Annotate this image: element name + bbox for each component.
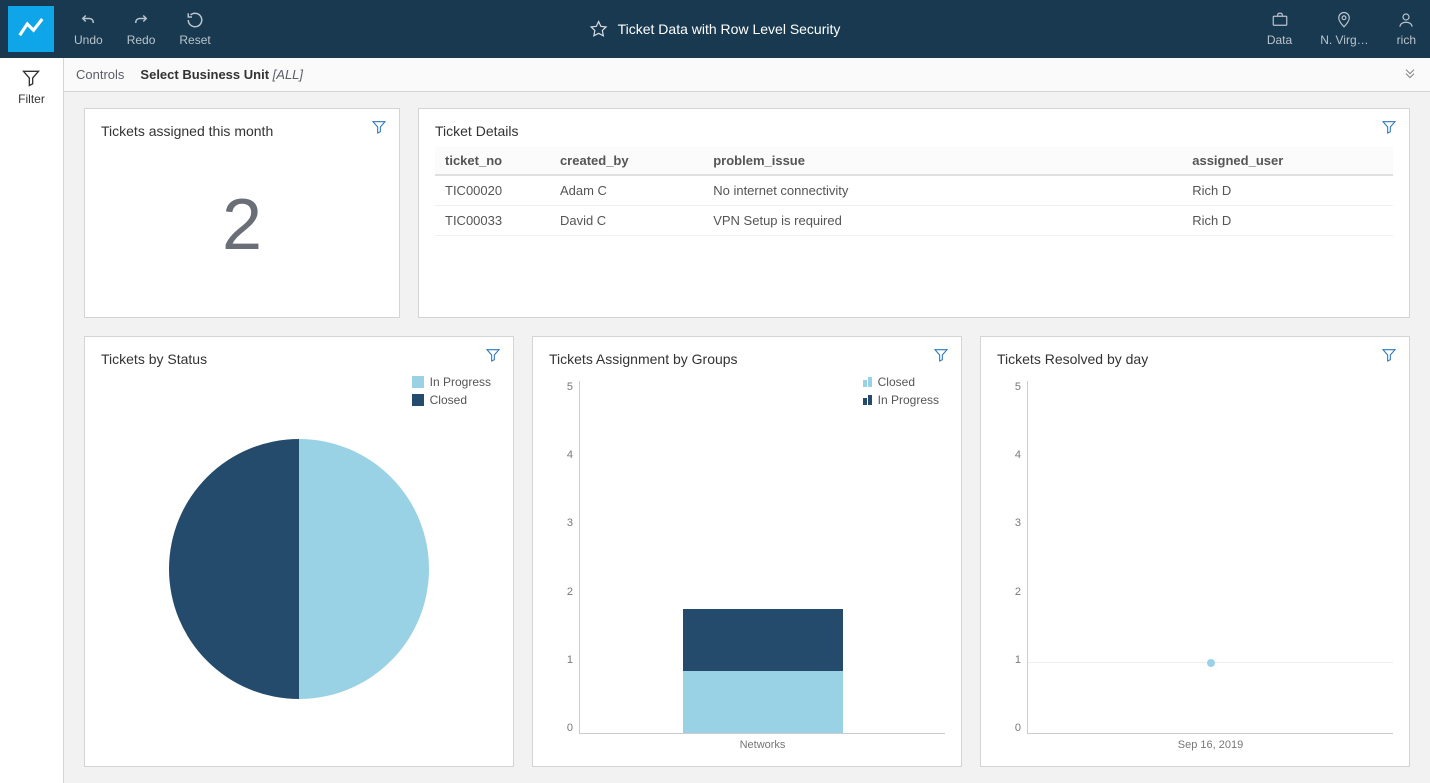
filter-icon (21, 68, 41, 88)
chart-legend: In Progress Closed (412, 375, 491, 411)
panel-filter-button[interactable] (1381, 119, 1397, 135)
cell-assigned-user: Rich D (1182, 175, 1393, 206)
chevron-double-down-icon (1402, 69, 1418, 84)
bar-chart[interactable]: 5 4 3 2 1 0 (549, 375, 945, 752)
controls-select-value: [ALL] (273, 67, 303, 82)
topbar: Undo Redo Reset Ticket Data with Row Lev… (0, 0, 1430, 58)
cell-created-by: David C (550, 206, 703, 236)
pie-chart[interactable] (101, 375, 497, 752)
undo-icon (79, 11, 97, 29)
controls-label: Controls (76, 67, 124, 82)
bar-seg-in-progress (683, 609, 843, 671)
panel-tickets-by-groups: Tickets Assignment by Groups Closed In P… (532, 336, 962, 767)
controls-bar: Controls Select Business Unit [ALL] (64, 58, 1430, 92)
redo-button[interactable]: Redo (115, 0, 168, 58)
undo-button[interactable]: Undo (62, 0, 115, 58)
swatch-icon (412, 376, 424, 388)
col-problem-issue[interactable]: problem_issue (703, 147, 1182, 175)
controls-select[interactable]: Select Business Unit [ALL] (140, 67, 303, 82)
legend-item-closed[interactable]: Closed (412, 393, 491, 407)
briefcase-icon (1271, 11, 1289, 29)
table-header-row: ticket_no created_by problem_issue assig… (435, 147, 1393, 175)
cell-problem-issue: VPN Setup is required (703, 206, 1182, 236)
panel-title: Tickets assigned this month (101, 123, 383, 139)
scatter-chart[interactable]: 5 4 3 2 1 0 Sep 16, 2019 (997, 375, 1393, 752)
cell-assigned-user: Rich D (1182, 206, 1393, 236)
dashboard: Tickets assigned this month 2 Ticket Det… (64, 92, 1430, 783)
cell-created-by: Adam C (550, 175, 703, 206)
data-point[interactable] (1207, 659, 1215, 667)
col-created-by[interactable]: created_by (550, 147, 703, 175)
cell-ticket-no: TIC00033 (435, 206, 550, 236)
cell-problem-issue: No internet connectivity (703, 175, 1182, 206)
bar-networks[interactable] (683, 609, 843, 733)
cell-ticket-no: TIC00020 (435, 175, 550, 206)
panel-tickets-assigned: Tickets assigned this month 2 (84, 108, 400, 318)
star-icon[interactable] (590, 20, 608, 38)
controls-select-label: Select Business Unit (140, 67, 269, 82)
table-row[interactable]: TIC00033 David C VPN Setup is required R… (435, 206, 1393, 236)
bar-seg-closed (683, 671, 843, 733)
legend-item-in-progress[interactable]: In Progress (412, 375, 491, 389)
filter-rail-button[interactable]: Filter (18, 68, 45, 106)
panel-filter-button[interactable] (371, 119, 387, 135)
panel-tickets-by-status: Tickets by Status In Progress Closed (84, 336, 514, 767)
table-row[interactable]: TIC00020 Adam C No internet connectivity… (435, 175, 1393, 206)
data-label: Data (1267, 33, 1292, 47)
panel-ticket-details: Ticket Details ticket_no created_by prob… (418, 108, 1410, 318)
x-axis-label: Sep 16, 2019 (1028, 739, 1393, 751)
page-title-group: Ticket Data with Row Level Security (590, 20, 841, 38)
swatch-icon (412, 394, 424, 406)
reset-icon (186, 11, 204, 29)
region-button[interactable]: N. Virg… (1306, 0, 1382, 58)
user-label: rich (1397, 33, 1416, 47)
reset-label: Reset (179, 33, 210, 47)
panel-tickets-resolved: Tickets Resolved by day 5 4 3 2 1 0 (980, 336, 1410, 767)
filter-rail-label: Filter (18, 92, 45, 106)
reset-button[interactable]: Reset (167, 0, 222, 58)
location-icon (1335, 11, 1353, 29)
panel-title: Tickets Resolved by day (997, 351, 1393, 367)
kpi-value: 2 (101, 147, 383, 303)
region-label: N. Virg… (1320, 33, 1368, 47)
y-axis: 5 4 3 2 1 0 (997, 381, 1027, 752)
panel-title: Tickets Assignment by Groups (549, 351, 945, 367)
user-icon (1397, 11, 1415, 29)
data-button[interactable]: Data (1253, 0, 1306, 58)
col-ticket-no[interactable]: ticket_no (435, 147, 550, 175)
panel-title: Ticket Details (435, 123, 1393, 139)
redo-icon (132, 11, 150, 29)
topbar-right: Data N. Virg… rich (1253, 0, 1430, 58)
app-logo[interactable] (8, 6, 54, 52)
y-axis: 5 4 3 2 1 0 (549, 381, 579, 752)
undo-label: Undo (74, 33, 103, 47)
x-axis-label: Networks (580, 739, 945, 751)
controls-expand-button[interactable] (1402, 65, 1418, 84)
left-rail: Filter (0, 58, 64, 783)
panel-title: Tickets by Status (101, 351, 497, 367)
page-title: Ticket Data with Row Level Security (618, 21, 841, 37)
panel-filter-button[interactable] (1381, 347, 1397, 363)
redo-label: Redo (127, 33, 156, 47)
col-assigned-user[interactable]: assigned_user (1182, 147, 1393, 175)
user-button[interactable]: rich (1383, 0, 1430, 58)
panel-filter-button[interactable] (933, 347, 949, 363)
ticket-table: ticket_no created_by problem_issue assig… (435, 147, 1393, 236)
panel-filter-button[interactable] (485, 347, 501, 363)
